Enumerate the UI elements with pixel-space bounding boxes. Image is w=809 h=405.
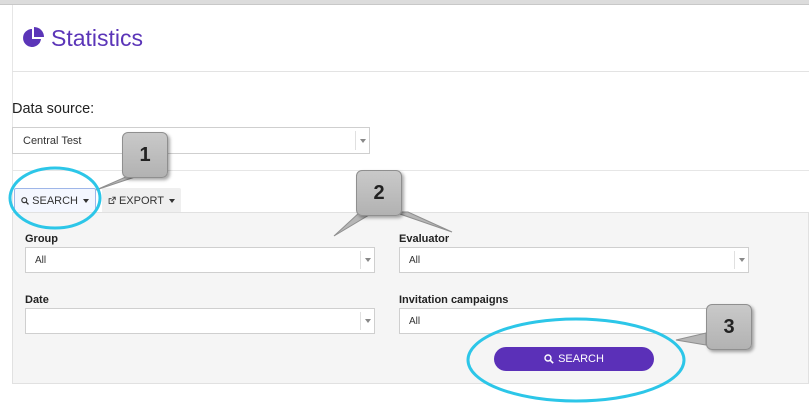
callout-badge-1: 1 <box>122 132 168 178</box>
external-link-icon <box>108 196 116 204</box>
magnifier-icon <box>544 354 554 364</box>
magnifier-icon <box>21 196 29 205</box>
invitation-campaigns-label: Invitation campaigns <box>399 294 509 306</box>
group-value: All <box>35 254 47 266</box>
caret-down-icon <box>169 198 175 203</box>
group-label: Group <box>25 233 58 245</box>
data-source-value: Central Test <box>23 134 82 147</box>
evaluator-label: Evaluator <box>399 233 450 245</box>
invitation-campaigns-value: All <box>409 315 421 327</box>
data-source-select[interactable]: Central Test <box>12 127 370 154</box>
date-caret[interactable] <box>360 312 374 330</box>
callout-badge-2: 2 <box>356 170 402 216</box>
search-submit-button[interactable]: SEARCH <box>494 347 654 371</box>
evaluator-value: All <box>409 254 421 266</box>
group-select[interactable]: All <box>25 247 375 273</box>
header-divider <box>12 71 809 72</box>
page-header: Statistics <box>22 20 143 56</box>
pie-chart-icon <box>23 27 44 47</box>
caret-down-icon <box>364 319 371 323</box>
caret-down-icon <box>83 198 89 203</box>
evaluator-caret[interactable] <box>734 251 748 269</box>
caret-down-icon <box>364 258 371 262</box>
top-border <box>0 0 809 5</box>
caret-down-icon <box>359 138 366 143</box>
date-label: Date <box>25 294 49 306</box>
search-submit-label: SEARCH <box>558 353 604 365</box>
data-source-caret[interactable] <box>355 131 369 150</box>
invitation-campaigns-select[interactable]: All <box>399 308 749 334</box>
search-tab-label: SEARCH <box>32 194 78 207</box>
evaluator-select[interactable]: All <box>399 247 749 273</box>
data-source-label: Data source: <box>12 101 95 117</box>
export-tab-label: EXPORT <box>118 194 164 207</box>
search-tab-button[interactable]: SEARCH <box>14 188 96 213</box>
export-tab-button[interactable]: EXPORT <box>102 188 181 213</box>
page-title: Statistics <box>51 24 144 51</box>
date-select[interactable] <box>25 308 375 334</box>
callout-badge-3: 3 <box>706 304 752 350</box>
caret-down-icon <box>738 258 745 262</box>
group-caret[interactable] <box>360 251 374 269</box>
